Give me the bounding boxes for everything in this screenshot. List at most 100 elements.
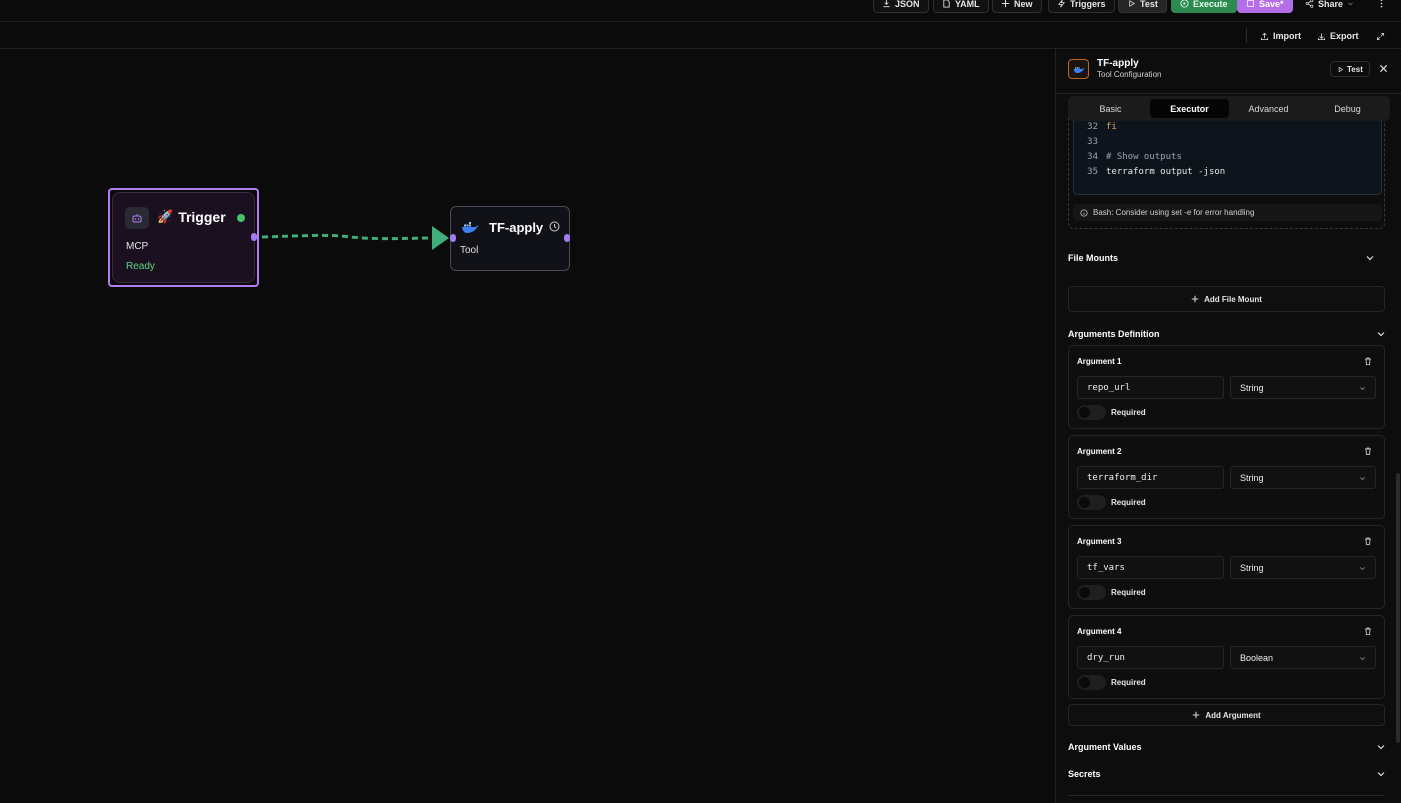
argument-values-title[interactable]: Argument Values: [1068, 742, 1142, 752]
play-icon: [1129, 0, 1135, 7]
tab-basic[interactable]: Basic: [1071, 99, 1150, 118]
trigger-node-title: 🚀 Trigger: [157, 209, 226, 225]
triggers-label: Triggers: [1070, 0, 1106, 9]
yaml-export-button[interactable]: YAML: [933, 0, 989, 13]
chevron-down-icon[interactable]: [1376, 329, 1386, 339]
trigger-output-handle[interactable]: [251, 233, 257, 241]
argument-type-select[interactable]: String: [1230, 556, 1376, 579]
line-content: fi: [1106, 122, 1117, 132]
line-number: 33: [1087, 137, 1098, 147]
code-line: 34 # Show outputs: [1074, 152, 1381, 167]
execute-button[interactable]: Execute: [1171, 0, 1237, 13]
new-label: New: [1014, 0, 1033, 9]
json-export-button[interactable]: JSON: [873, 0, 929, 13]
required-toggle[interactable]: [1077, 675, 1106, 690]
argument-type-select[interactable]: Boolean: [1230, 646, 1376, 669]
script-editor[interactable]: 32 fi 33 34 # Show outputs 35 terraform …: [1073, 115, 1382, 195]
tool-output-handle[interactable]: [564, 234, 570, 242]
trigger-node-body: 🚀 Trigger MCP Ready: [112, 192, 255, 283]
argument-name-input[interactable]: terraform_dir: [1077, 466, 1224, 489]
trash-icon[interactable]: [1363, 356, 1373, 366]
argument-type-value: String: [1240, 472, 1264, 483]
more-vertical-icon: [1380, 0, 1383, 8]
required-toggle[interactable]: [1077, 495, 1106, 510]
chevron-down-icon: [1348, 2, 1353, 6]
panel-subtitle: Tool Configuration: [1097, 70, 1162, 79]
save-label: Save*: [1259, 0, 1284, 9]
bot-icon: [125, 207, 149, 229]
code-line: 35 terraform output -json: [1074, 167, 1381, 182]
secrets-title[interactable]: Secrets: [1068, 769, 1101, 779]
required-toggle[interactable]: [1077, 405, 1106, 420]
argument-name-input[interactable]: tf_vars: [1077, 556, 1224, 579]
add-file-mount-button[interactable]: Add File Mount: [1068, 286, 1385, 312]
argument-name-input[interactable]: dry_run: [1077, 646, 1224, 669]
trash-icon[interactable]: [1363, 446, 1373, 456]
info-icon: [1080, 208, 1088, 217]
add-argument-button[interactable]: Add Argument: [1068, 704, 1385, 726]
triggers-button[interactable]: Triggers: [1048, 0, 1115, 13]
add-file-mount-label: Add File Mount: [1204, 294, 1262, 304]
toolbar-divider: [1246, 28, 1247, 43]
argument-type-value: String: [1240, 382, 1264, 393]
test-button[interactable]: Test: [1118, 0, 1167, 13]
more-menu-button[interactable]: [1368, 0, 1395, 13]
status-dot: [237, 214, 245, 222]
export-button[interactable]: Export: [1317, 29, 1359, 43]
tool-input-handle[interactable]: [450, 234, 456, 242]
trigger-title-text: Trigger: [178, 209, 226, 225]
canvas-toolbar: [0, 22, 1055, 49]
argument-card: Argument 2 terraform_dir String Required: [1068, 435, 1385, 519]
export-label: Export: [1330, 31, 1359, 41]
argument-type-select[interactable]: String: [1230, 376, 1376, 399]
config-tabs: Basic Executor Advanced Debug: [1068, 96, 1390, 121]
trigger-node[interactable]: 🚀 Trigger MCP Ready: [108, 188, 259, 287]
panel-scrollbar-thumb[interactable]: [1396, 473, 1400, 743]
tab-advanced[interactable]: Advanced: [1229, 99, 1308, 118]
panel-test-button[interactable]: Test: [1330, 61, 1370, 77]
import-button[interactable]: Import: [1260, 29, 1301, 43]
arguments-definition-title: Arguments Definition: [1068, 329, 1160, 339]
workflow-canvas[interactable]: [0, 49, 1055, 803]
required-label: Required: [1111, 678, 1146, 687]
play-icon: [1338, 66, 1344, 72]
tab-debug[interactable]: Debug: [1308, 99, 1387, 118]
close-panel-button[interactable]: [1376, 61, 1390, 75]
fullscreen-button[interactable]: [1376, 29, 1385, 43]
yaml-label: YAML: [955, 0, 980, 9]
execute-label: Execute: [1193, 0, 1228, 9]
line-number: 34: [1087, 152, 1098, 162]
download-icon: [883, 0, 890, 8]
tab-executor[interactable]: Executor: [1150, 99, 1229, 118]
line-content: # Show outputs: [1106, 152, 1182, 162]
share-icon: [1305, 0, 1314, 8]
chevron-down-icon[interactable]: [1365, 253, 1375, 263]
trash-icon[interactable]: [1363, 536, 1373, 546]
trigger-node-subtitle: MCP: [126, 241, 149, 252]
argument-type-value: Boolean: [1240, 652, 1274, 663]
argument-title: Argument 4: [1077, 627, 1122, 636]
panel-title: TF-apply: [1097, 58, 1139, 69]
chevron-down-icon: [1360, 477, 1365, 481]
required-label: Required: [1111, 498, 1146, 507]
chevron-down-icon: [1360, 387, 1365, 391]
new-button[interactable]: New: [992, 0, 1042, 13]
test-label: Test: [1140, 0, 1158, 9]
trash-icon[interactable]: [1363, 626, 1373, 636]
argument-type-select[interactable]: String: [1230, 466, 1376, 489]
required-toggle[interactable]: [1077, 585, 1106, 600]
chevron-down-icon[interactable]: [1376, 742, 1386, 752]
argument-card: Argument 3 tf_vars String Required: [1068, 525, 1385, 609]
add-argument-label: Add Argument: [1205, 710, 1261, 720]
play-circle-icon: [1180, 0, 1189, 8]
argument-card: Argument 1 repo_url String Required: [1068, 345, 1385, 429]
lint-warning: Bash: Consider using set -e for error ha…: [1073, 204, 1382, 221]
warning-text: Bash: Consider using set -e for error ha…: [1093, 208, 1255, 217]
tool-node[interactable]: TF-apply Tool: [450, 206, 570, 271]
argument-name-input[interactable]: repo_url: [1077, 376, 1224, 399]
import-label: Import: [1273, 31, 1301, 41]
save-button[interactable]: Save*: [1237, 0, 1293, 13]
share-button[interactable]: Share: [1296, 0, 1363, 13]
save-icon: [1246, 0, 1255, 8]
chevron-down-icon[interactable]: [1376, 769, 1386, 779]
